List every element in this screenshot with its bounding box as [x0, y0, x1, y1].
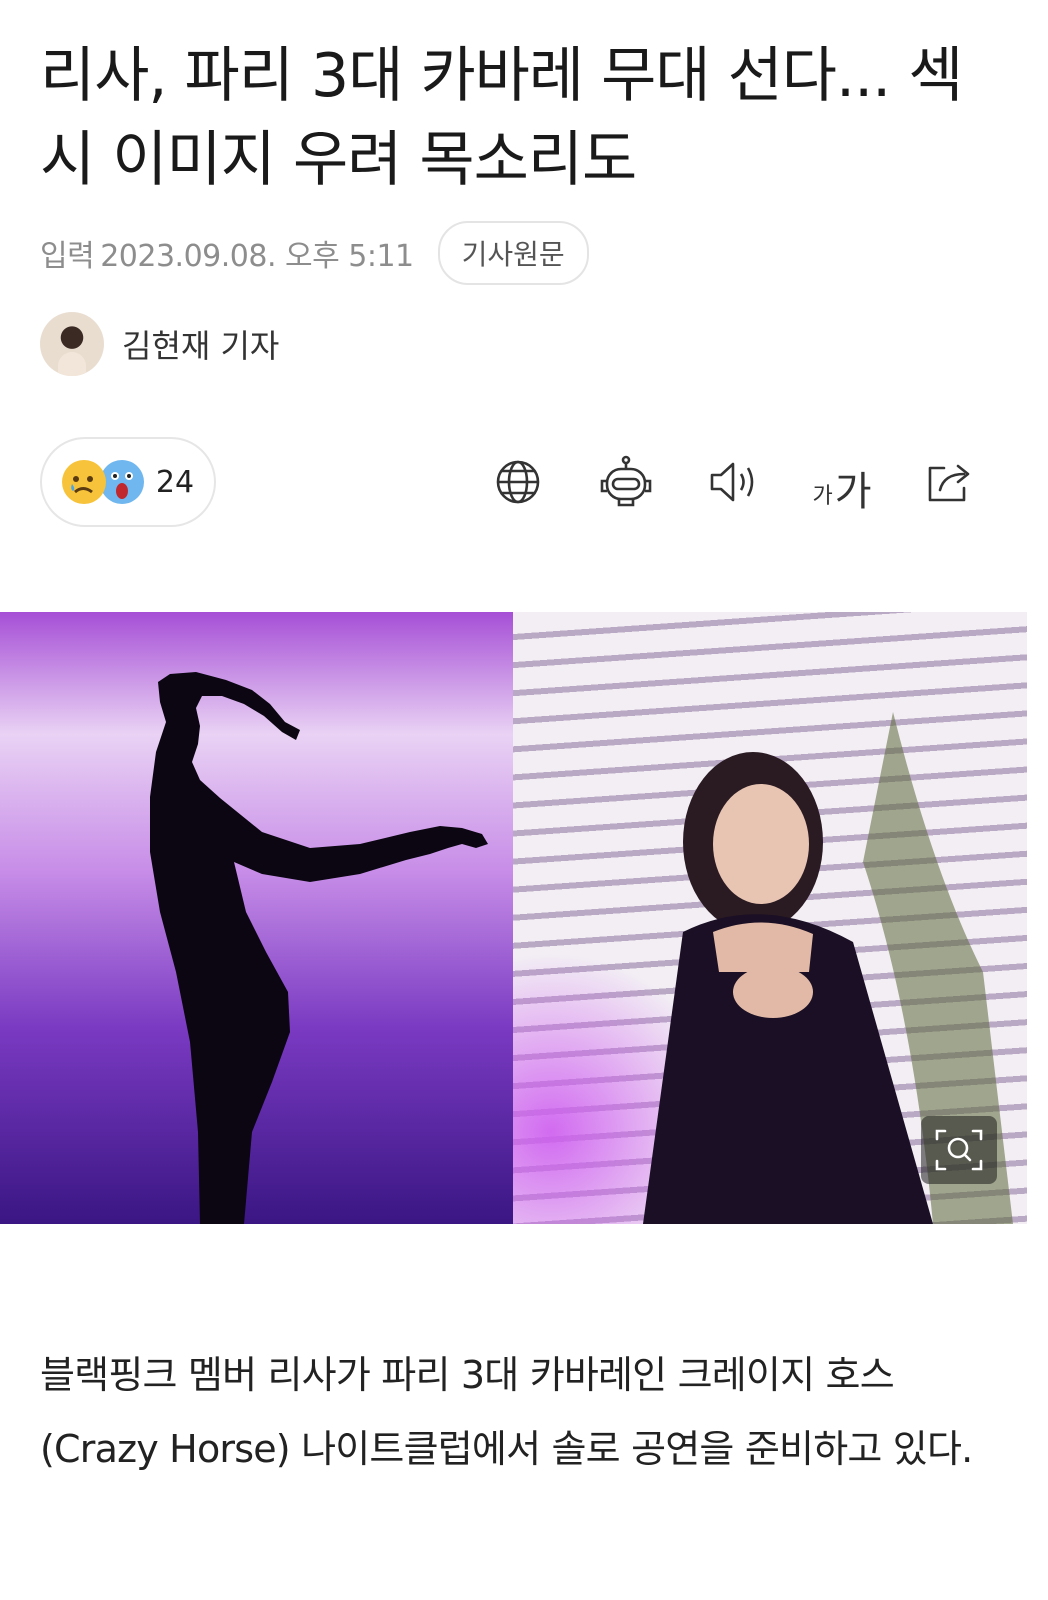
reporter-avatar[interactable]	[40, 312, 104, 376]
font-size-large-label: 가	[834, 469, 872, 515]
reaction-button[interactable]: 24	[40, 437, 216, 527]
sad-face-icon	[61, 460, 106, 504]
date-value: 2023.09.08. 오후 5:11	[100, 239, 414, 274]
robot-icon[interactable]	[596, 452, 656, 512]
reporter-info[interactable]: 김현재 기자	[40, 312, 279, 376]
article-meta: 입력 2023.09.08. 오후 5:11 기사원문	[40, 221, 589, 285]
tool-icons: 가가	[488, 452, 980, 512]
original-article-button[interactable]: 기사원문	[437, 221, 589, 285]
article-photo[interactable]	[0, 612, 1027, 1224]
zoom-image-button[interactable]	[921, 1116, 997, 1184]
font-size-icon[interactable]: 가가	[812, 452, 872, 512]
globe-icon[interactable]	[488, 452, 548, 512]
lisa-photo	[513, 612, 1027, 1224]
article-headline: 리사, 파리 3대 카바레 무대 선다... 섹시 이미지 우려 목소리도	[40, 41, 964, 195]
font-size-small-label: 가	[812, 484, 833, 509]
silhouette-image	[0, 612, 513, 1224]
article-toolbar: 24 가 가	[40, 436, 988, 528]
speaker-icon[interactable]	[704, 452, 764, 512]
article-body: 블랙핑크 멤버 리사가 파리 3대 카바레인 크레이지 호스(Crazy Hor…	[40, 1353, 973, 1471]
share-icon[interactable]	[920, 452, 980, 512]
reporter-name[interactable]: 김현재 기자	[122, 321, 279, 367]
reaction-emojis	[61, 460, 146, 504]
publish-date: 입력 2023.09.08. 오후 5:11	[40, 231, 414, 275]
date-label: 입력	[40, 239, 95, 274]
reaction-count: 24	[155, 464, 195, 500]
shocked-face-icon	[99, 460, 144, 504]
